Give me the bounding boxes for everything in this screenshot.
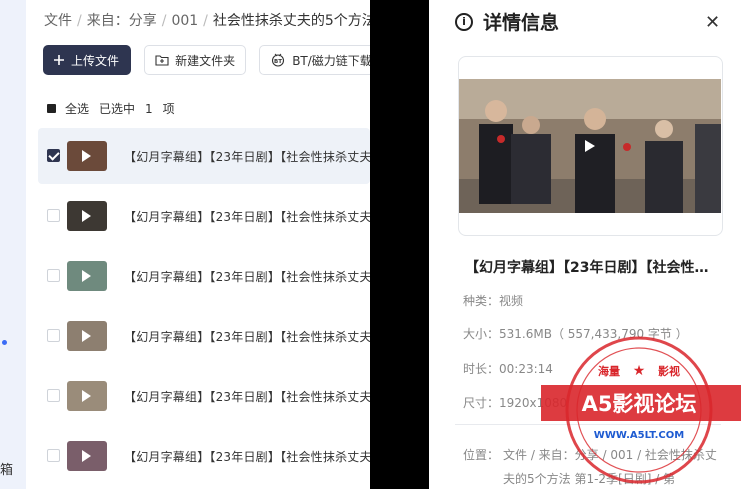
detail-title: i 详情信息 — [455, 8, 559, 35]
breadcrumb-separator: / — [203, 13, 208, 29]
new-folder-button[interactable]: 新建文件夹 — [144, 45, 247, 75]
play-icon — [82, 270, 91, 282]
row-checkbox[interactable] — [47, 209, 60, 222]
row-checkbox[interactable] — [47, 329, 60, 342]
video-thumbnail[interactable] — [67, 381, 107, 411]
toolbar: 上传文件 新建文件夹 BT BT/磁力链下载 — [43, 45, 370, 75]
file-row[interactable]: 【幻月字幕组】【23年日剧】【社会性抹杀丈夫的5个方法】 — [38, 308, 370, 364]
video-thumbnail[interactable] — [67, 261, 107, 291]
play-icon — [82, 450, 91, 462]
breadcrumb-item-files[interactable]: 文件 — [44, 13, 72, 29]
video-thumbnail[interactable] — [67, 141, 107, 171]
selected-count: 1 — [145, 101, 153, 116]
play-icon — [82, 390, 91, 402]
black-bar — [370, 0, 429, 489]
watermark-top-left: 海量 — [598, 364, 620, 378]
plus-icon — [53, 54, 65, 66]
breadcrumb-item-shared[interactable]: 来自：分享 — [87, 13, 157, 29]
row-checkbox[interactable] — [47, 389, 60, 402]
upload-label: 上传文件 — [71, 53, 120, 68]
file-list-pane: 箱 文件 / 来自：分享/001/社会性抹杀丈夫的5个方法 上传文件 新建文件夹 B… — [0, 0, 370, 489]
file-name[interactable]: 【幻月字幕组】【23年日剧】【社会性抹杀丈夫的5个方法】 — [124, 268, 370, 285]
play-icon — [82, 150, 91, 162]
watermark-top-right: 影视 — [658, 364, 680, 378]
watermark-main: A5影视论坛 — [582, 392, 697, 416]
breadcrumb-item-current: 社会性抹杀丈夫的5个方法 — [212, 13, 370, 29]
file-row[interactable]: 【幻月字幕组】【23年日剧】【社会性抹杀丈夫的5个方法】 — [38, 188, 370, 244]
row-checkbox[interactable] — [47, 269, 60, 282]
detail-type: 种类：视频 — [463, 292, 523, 309]
location-label: 位置： — [463, 448, 500, 462]
detail-title-text: 详情信息 — [483, 12, 560, 34]
selected-unit: 项 — [162, 102, 175, 116]
file-row[interactable]: 【幻月字幕组】【23年日剧】【社会性抹杀丈夫的5个方法】 — [38, 128, 370, 184]
video-thumbnail[interactable] — [67, 201, 107, 231]
bt-download-button[interactable]: BT BT/磁力链下载 — [259, 45, 370, 75]
play-icon — [82, 330, 91, 342]
file-list: 【幻月字幕组】【23年日剧】【社会性抹杀丈夫的5个方法】【幻月字幕组】【23年日… — [38, 128, 370, 488]
watermark-url: WWW.A5LT.COM — [594, 430, 684, 441]
breadcrumb-separator: / — [77, 13, 82, 29]
duration-label: 时长： — [463, 362, 500, 376]
row-checkbox[interactable] — [47, 449, 60, 462]
detail-filename: 【幻月字幕组】【23年日剧】【社会性… — [465, 260, 709, 276]
type-value: 视频 — [499, 294, 524, 308]
info-icon: i — [455, 12, 473, 31]
file-row[interactable]: 【幻月字幕组】【23年日剧】【社会性抹杀丈夫的5个方法】 — [38, 368, 370, 424]
close-icon[interactable]: ✕ — [705, 12, 720, 33]
video-thumbnail[interactable] — [67, 321, 107, 351]
svg-text:BT: BT — [274, 59, 282, 65]
play-icon — [585, 140, 595, 152]
nav-indicator-dot — [2, 340, 7, 345]
type-label: 种类： — [463, 294, 500, 308]
size-label: 大小： — [463, 327, 500, 341]
video-thumbnail[interactable] — [67, 441, 107, 471]
file-name[interactable]: 【幻月字幕组】【23年日剧】【社会性抹杀丈夫的5个方法】 — [124, 328, 370, 345]
video-preview[interactable] — [459, 79, 721, 213]
upload-button[interactable]: 上传文件 — [43, 45, 131, 75]
breadcrumb-separator: / — [161, 13, 167, 29]
folder-plus-icon — [155, 54, 169, 66]
watermark-seal: A5影视论坛 海量 ★ 影视 WWW.A5LT.COM — [539, 320, 742, 490]
new-folder-label: 新建文件夹 — [175, 53, 236, 68]
play-icon — [82, 210, 91, 222]
bt-icon: BT — [270, 53, 286, 67]
breadcrumb-item-001[interactable]: 001 — [171, 13, 198, 29]
left-nav-edge: 箱 — [0, 0, 26, 489]
file-name[interactable]: 【幻月字幕组】【23年日剧】【社会性抹杀丈夫的5个方法】 — [124, 148, 370, 165]
selected-text: 已选中 — [99, 102, 136, 116]
row-checkbox[interactable] — [47, 149, 60, 162]
file-row[interactable]: 【幻月字幕组】【23年日剧】【社会性抹杀丈夫的5个方法】 — [38, 428, 370, 484]
file-name[interactable]: 【幻月字幕组】【23年日剧】【社会性抹杀丈夫的5个方法】 — [124, 208, 370, 225]
breadcrumb: 文件 / 来自：分享/001/社会性抹杀丈夫的5个方法 — [44, 10, 370, 30]
bt-download-label: BT/磁力链下载 — [292, 53, 370, 68]
select-all-checkbox[interactable] — [47, 104, 56, 113]
nav-partial-label: 箱 — [0, 463, 14, 478]
selection-bar: 全选 已选中 1 项 — [47, 100, 175, 117]
select-all-label[interactable]: 全选 — [65, 100, 89, 117]
file-row[interactable]: 【幻月字幕组】【23年日剧】【社会性抹杀丈夫的5个方法】 — [38, 248, 370, 304]
star-icon: ★ — [633, 363, 646, 379]
file-name[interactable]: 【幻月字幕组】【23年日剧】【社会性抹杀丈夫的5个方法】 — [124, 448, 370, 465]
file-name[interactable]: 【幻月字幕组】【23年日剧】【社会性抹杀丈夫的5个方法】 — [124, 388, 370, 405]
resolution-label: 尺寸： — [463, 396, 500, 410]
